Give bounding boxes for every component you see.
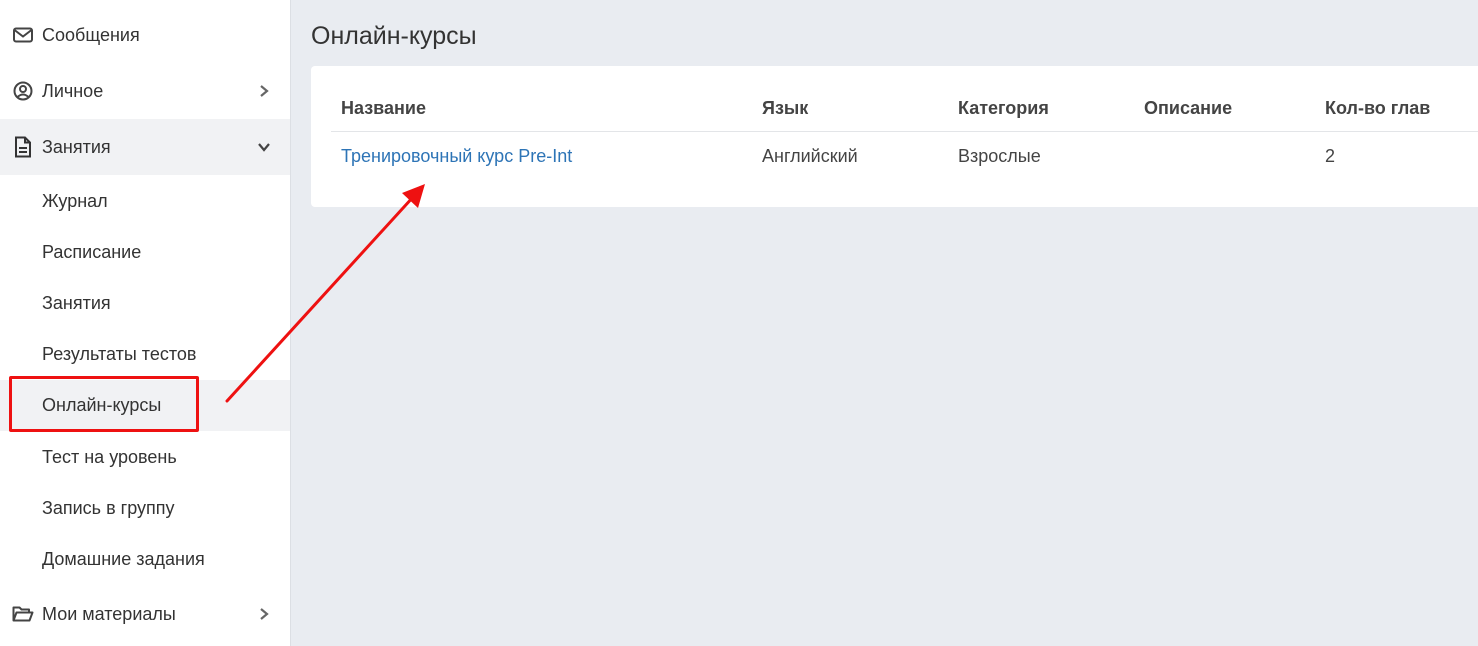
sidebar-subitem-label: Результаты тестов [42, 343, 197, 364]
table-header-row: Название Язык Категория Описание Кол-во … [331, 86, 1478, 132]
sidebar-subitem-test-results[interactable]: Результаты тестов [0, 329, 290, 379]
sidebar-subitem-label: Домашние задания [42, 548, 205, 569]
sidebar-subitem-group-enroll[interactable]: Запись в группу [0, 483, 290, 533]
chevron-right-icon [256, 606, 272, 622]
sidebar-item-personal[interactable]: Личное [0, 66, 290, 116]
user-circle-icon [12, 80, 34, 102]
courses-card: Название Язык Категория Описание Кол-во … [311, 66, 1478, 207]
sidebar-subitem-label: Тест на уровень [42, 446, 177, 467]
sidebar-item-label: Занятия [42, 136, 111, 157]
sidebar-item-label: Сообщения [42, 24, 140, 45]
sidebar: Сообщения Личное Занятия Журнал Расписан… [0, 0, 291, 646]
sidebar-item-lessons[interactable]: Занятия [0, 119, 290, 175]
envelope-icon [12, 24, 34, 46]
sidebar-subitem-label: Расписание [42, 241, 142, 262]
sidebar-subitem-schedule[interactable]: Расписание [0, 227, 290, 277]
sidebar-item-label: Личное [42, 80, 104, 101]
sidebar-subitem-online-courses[interactable]: Онлайн-курсы [0, 380, 290, 431]
column-header-category: Категория [948, 86, 1134, 132]
page-title: Онлайн-курсы [311, 22, 477, 50]
course-chapters-cell: 2 [1325, 145, 1336, 166]
course-category-cell: Взрослые [958, 145, 1041, 166]
sidebar-subitem-label: Онлайн-курсы [42, 395, 162, 415]
course-language-cell: Английский [762, 145, 858, 166]
course-name-cell: Тренировочный курс Pre-Int [331, 132, 752, 181]
chevron-right-icon [256, 83, 272, 99]
sidebar-subitem-lessons[interactable]: Занятия [0, 278, 290, 328]
table-row: Тренировочный курс Pre-Int Английский Вз… [331, 132, 1478, 181]
sidebar-subitem-label: Журнал [42, 190, 108, 211]
course-description-cell [1134, 132, 1315, 181]
sidebar-subitem-label: Запись в группу [42, 497, 175, 518]
sidebar-item-materials[interactable]: Мои материалы [0, 588, 290, 640]
column-header-name: Название [331, 86, 752, 132]
sidebar-subitem-level-test[interactable]: Тест на уровень [0, 432, 290, 482]
courses-table: Название Язык Категория Описание Кол-во … [331, 86, 1478, 180]
column-header-chapters: Кол-во глав [1315, 86, 1478, 132]
sidebar-subitem-journal[interactable]: Журнал [0, 176, 290, 226]
column-header-language: Язык [752, 86, 948, 132]
sidebar-subitem-label: Занятия [42, 292, 111, 313]
folder-open-icon [12, 603, 34, 625]
document-icon [12, 136, 34, 158]
chevron-down-icon [256, 139, 272, 155]
course-link[interactable]: Тренировочный курс Pre-Int [341, 146, 572, 166]
column-header-description: Описание [1134, 86, 1315, 132]
sidebar-item-messages[interactable]: Сообщения [0, 10, 290, 60]
sidebar-item-label: Мои материалы [42, 603, 176, 624]
sidebar-subitem-homework[interactable]: Домашние задания [0, 534, 290, 584]
